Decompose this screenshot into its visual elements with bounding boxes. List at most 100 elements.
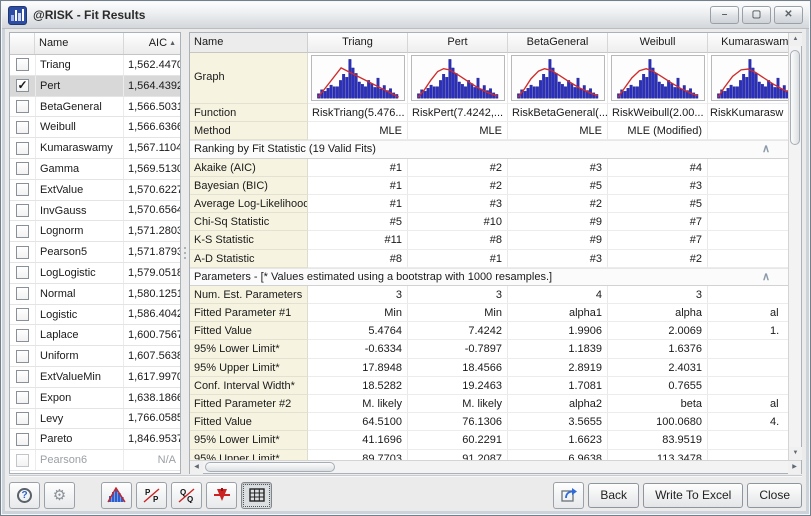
- minimize-icon[interactable]: –: [710, 6, 739, 24]
- scroll-left-icon[interactable]: ◀: [190, 461, 203, 474]
- fit-checkbox[interactable]: [16, 350, 29, 363]
- fit-checkbox[interactable]: [16, 162, 29, 175]
- scroll-down-icon[interactable]: ▼: [789, 447, 802, 460]
- row-label: 95% Upper Limit*: [190, 359, 308, 377]
- svg-text:P: P: [153, 495, 159, 503]
- fit-checkbox[interactable]: [16, 391, 29, 404]
- fit-list-row[interactable]: BetaGeneral1,566.5031: [10, 97, 180, 118]
- stat-cell: #3: [408, 195, 508, 213]
- maximize-icon[interactable]: ▢: [742, 6, 771, 24]
- fit-checkbox[interactable]: [16, 287, 29, 300]
- distribution-column-header: BetaGeneral: [508, 33, 608, 53]
- fit-name: Pearson6: [35, 450, 124, 470]
- scroll-right-icon[interactable]: ▶: [788, 461, 801, 474]
- qq-plot-button[interactable]: Q Q: [171, 482, 202, 509]
- collapse-icon[interactable]: ∧: [762, 142, 770, 155]
- fit-checkbox[interactable]: [16, 142, 29, 155]
- distribution-column-header: Kumaraswamy: [708, 33, 788, 53]
- fit-list-row[interactable]: ✓Pert1,564.4392: [10, 76, 180, 97]
- stat-cell: 17.8948: [308, 359, 408, 377]
- dialog-content: Name AIC▲ Triang1,562.4470✓Pert1,564.439…: [9, 32, 802, 474]
- fit-checkbox-cell: [10, 412, 35, 425]
- name-column-header[interactable]: Name: [35, 33, 124, 54]
- check-column-header[interactable]: [10, 33, 35, 54]
- fit-list-row[interactable]: LogLogistic1,579.0518: [10, 263, 180, 284]
- fit-list-row[interactable]: Levy1,766.0585: [10, 409, 180, 430]
- stat-cell: 91.2087: [408, 450, 508, 460]
- fit-checkbox[interactable]: [16, 121, 29, 134]
- discrepancy-plot-button[interactable]: [206, 482, 237, 509]
- horizontal-scroll-track[interactable]: [203, 461, 788, 473]
- fit-checkbox[interactable]: ✓: [16, 79, 29, 92]
- stat-cell: [708, 450, 788, 460]
- close-button[interactable]: Close: [747, 483, 802, 508]
- fit-list-row[interactable]: Logistic1,586.4042: [10, 305, 180, 326]
- fit-checkbox[interactable]: [16, 266, 29, 279]
- fit-list-row[interactable]: ExtValue1,570.6227: [10, 180, 180, 201]
- vertical-scrollbar[interactable]: ▲ ▼: [788, 33, 801, 460]
- vertical-scroll-track[interactable]: [789, 46, 801, 447]
- scroll-up-icon[interactable]: ▲: [789, 33, 802, 46]
- horizontal-scroll-thumb[interactable]: [205, 462, 335, 472]
- collapse-icon[interactable]: ∧: [762, 270, 770, 283]
- fit-list-panel: Name AIC▲ Triang1,562.4470✓Pert1,564.439…: [9, 32, 181, 474]
- stat-cell: 1.: [708, 322, 788, 340]
- fit-list-row[interactable]: ExtValueMin1,617.9970: [10, 367, 180, 388]
- vertical-scroll-thumb[interactable]: [790, 50, 800, 145]
- close-icon[interactable]: ✕: [774, 6, 803, 24]
- fit-list-row[interactable]: Expon1,638.1866: [10, 388, 180, 409]
- fit-aic-value: 1,570.6564: [124, 200, 180, 220]
- fit-list-row[interactable]: Weibull1,566.6366: [10, 117, 180, 138]
- stat-cell: #5: [508, 177, 608, 195]
- statistics-grid-button[interactable]: [241, 482, 272, 509]
- fit-list-row[interactable]: Uniform1,607.5638: [10, 346, 180, 367]
- fit-name: Logistic: [35, 305, 124, 325]
- write-to-excel-button[interactable]: Write To Excel: [643, 483, 743, 508]
- stat-cell: MLE: [508, 122, 608, 140]
- fit-list-row[interactable]: Gamma1,569.5130: [10, 159, 180, 180]
- fit-list-row[interactable]: Triang1,562.4470: [10, 55, 180, 76]
- fit-checkbox[interactable]: [16, 246, 29, 259]
- stat-cell: RiskWeibull(2.00...: [608, 104, 708, 122]
- stat-cell: 60.2291: [408, 431, 508, 449]
- horizontal-scrollbar[interactable]: ◀ ▶: [190, 460, 801, 473]
- fit-checkbox[interactable]: [16, 225, 29, 238]
- fit-checkbox[interactable]: [16, 433, 29, 446]
- stat-cell: RiskBetaGeneral(...: [508, 104, 608, 122]
- fit-checkbox[interactable]: [16, 100, 29, 113]
- fit-name: Pert: [35, 76, 124, 96]
- discrepancy-icon: [212, 487, 232, 503]
- panel-splitter[interactable]: [181, 32, 189, 474]
- stat-cell: #11: [308, 231, 408, 249]
- export-report-button[interactable]: [553, 482, 584, 509]
- stat-cell: 18.5282: [308, 377, 408, 395]
- help-button[interactable]: ?: [9, 482, 40, 509]
- fit-checkbox[interactable]: [16, 204, 29, 217]
- fit-list-row[interactable]: Pareto1,846.9537: [10, 429, 180, 450]
- fit-list-row[interactable]: Lognorm1,571.2803: [10, 221, 180, 242]
- back-button[interactable]: Back: [588, 483, 639, 508]
- fit-checkbox[interactable]: [16, 58, 29, 71]
- fit-checkbox-cell: [10, 121, 35, 134]
- fit-name: Triang: [35, 55, 124, 75]
- settings-button[interactable]: ⚙: [44, 482, 75, 509]
- comparison-graph-button[interactable]: [101, 482, 132, 509]
- fit-checkbox[interactable]: [16, 308, 29, 321]
- fit-list-row[interactable]: Laplace1,600.7567: [10, 325, 180, 346]
- fit-checkbox[interactable]: [16, 412, 29, 425]
- fit-list-row[interactable]: Normal1,580.1251: [10, 284, 180, 305]
- aic-column-header[interactable]: AIC▲: [124, 33, 180, 54]
- fit-checkbox[interactable]: [16, 183, 29, 196]
- stat-cell: 3: [608, 286, 708, 304]
- fit-checkbox[interactable]: [16, 454, 29, 467]
- fit-list-row[interactable]: InvGauss1,570.6564: [10, 201, 180, 222]
- fit-list-row[interactable]: Kumaraswamy1,567.1104: [10, 138, 180, 159]
- stat-row: 95% Lower Limit*-0.6334-0.78971.18391.63…: [190, 340, 788, 358]
- fit-list-row[interactable]: Pearson6N/A: [10, 450, 180, 471]
- stat-cell: 6.9638: [508, 450, 608, 460]
- pp-plot-button[interactable]: P P: [136, 482, 167, 509]
- fit-checkbox[interactable]: [16, 329, 29, 342]
- fit-checkbox[interactable]: [16, 370, 29, 383]
- svg-text:Q: Q: [187, 495, 193, 503]
- fit-list-row[interactable]: Pearson51,571.8793: [10, 242, 180, 263]
